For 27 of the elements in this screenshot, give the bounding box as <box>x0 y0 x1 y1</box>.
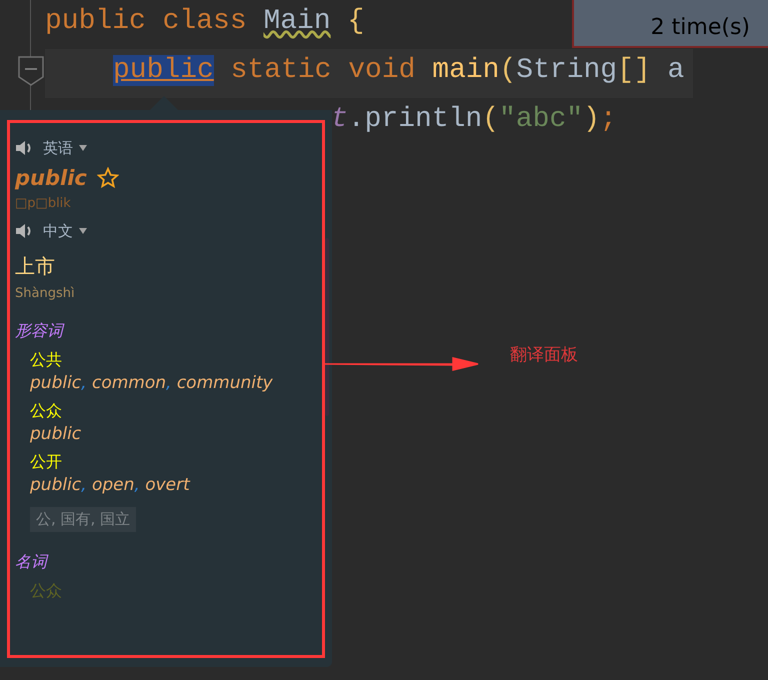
dropdown-icon[interactable] <box>79 145 87 151</box>
selected-word: public <box>113 55 214 86</box>
synonyms-tag: 公, 国有, 国立 <box>30 507 136 532</box>
part-of-speech-label: 名词 <box>15 552 47 573</box>
entry-word: 公共 <box>30 350 62 371</box>
dropdown-icon[interactable] <box>79 228 87 234</box>
translation-text: 上市 <box>15 253 55 280</box>
annotation-label: 翻译面板 <box>510 344 578 366</box>
pinyin-text: Shàngshì <box>15 286 75 301</box>
part-of-speech-label: 形容词 <box>15 321 63 342</box>
notification-text: 2 time(s) <box>650 15 750 40</box>
language-selector[interactable]: 中文 <box>43 222 73 240</box>
entry-word: 公开 <box>30 452 62 473</box>
entry-meanings: public <box>30 424 82 444</box>
entry-meanings: public, common, community <box>30 373 273 393</box>
language-selector[interactable]: 英语 <box>43 138 73 158</box>
star-icon[interactable] <box>96 167 119 189</box>
entry-meanings: public, open, overt <box>30 475 190 495</box>
code-line: t.println("abc"); <box>331 103 617 137</box>
phonetic-text: □p□blik <box>15 196 71 211</box>
code-line: public class Main { <box>45 5 364 39</box>
source-word: public <box>15 166 87 190</box>
entry-word: 公众 <box>30 581 62 602</box>
entry-word: 公众 <box>30 401 62 422</box>
scrollbar-thumb[interactable] <box>325 238 329 416</box>
fold-icon[interactable] <box>17 55 45 87</box>
code-token: Main <box>263 6 331 37</box>
